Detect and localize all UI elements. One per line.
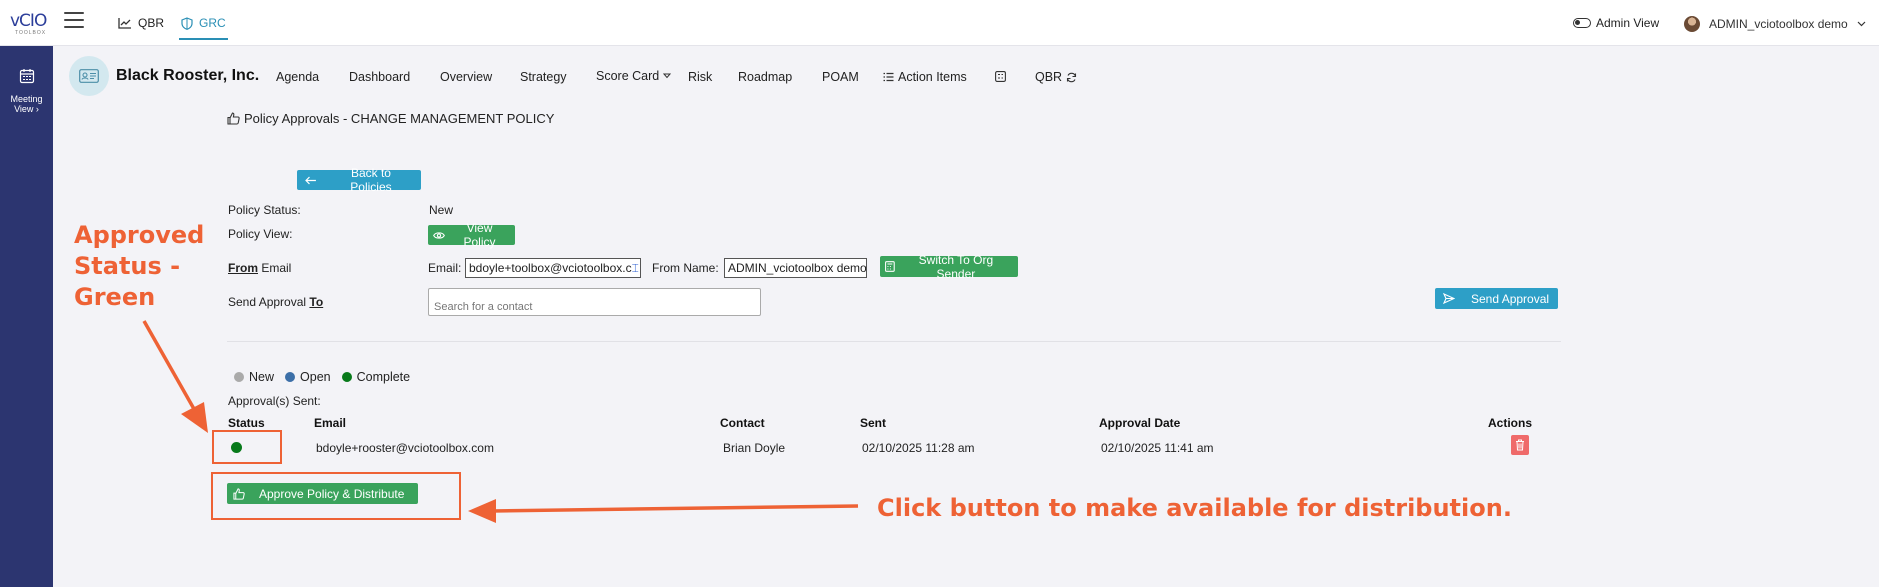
annotation-arrows (142, 320, 859, 523)
